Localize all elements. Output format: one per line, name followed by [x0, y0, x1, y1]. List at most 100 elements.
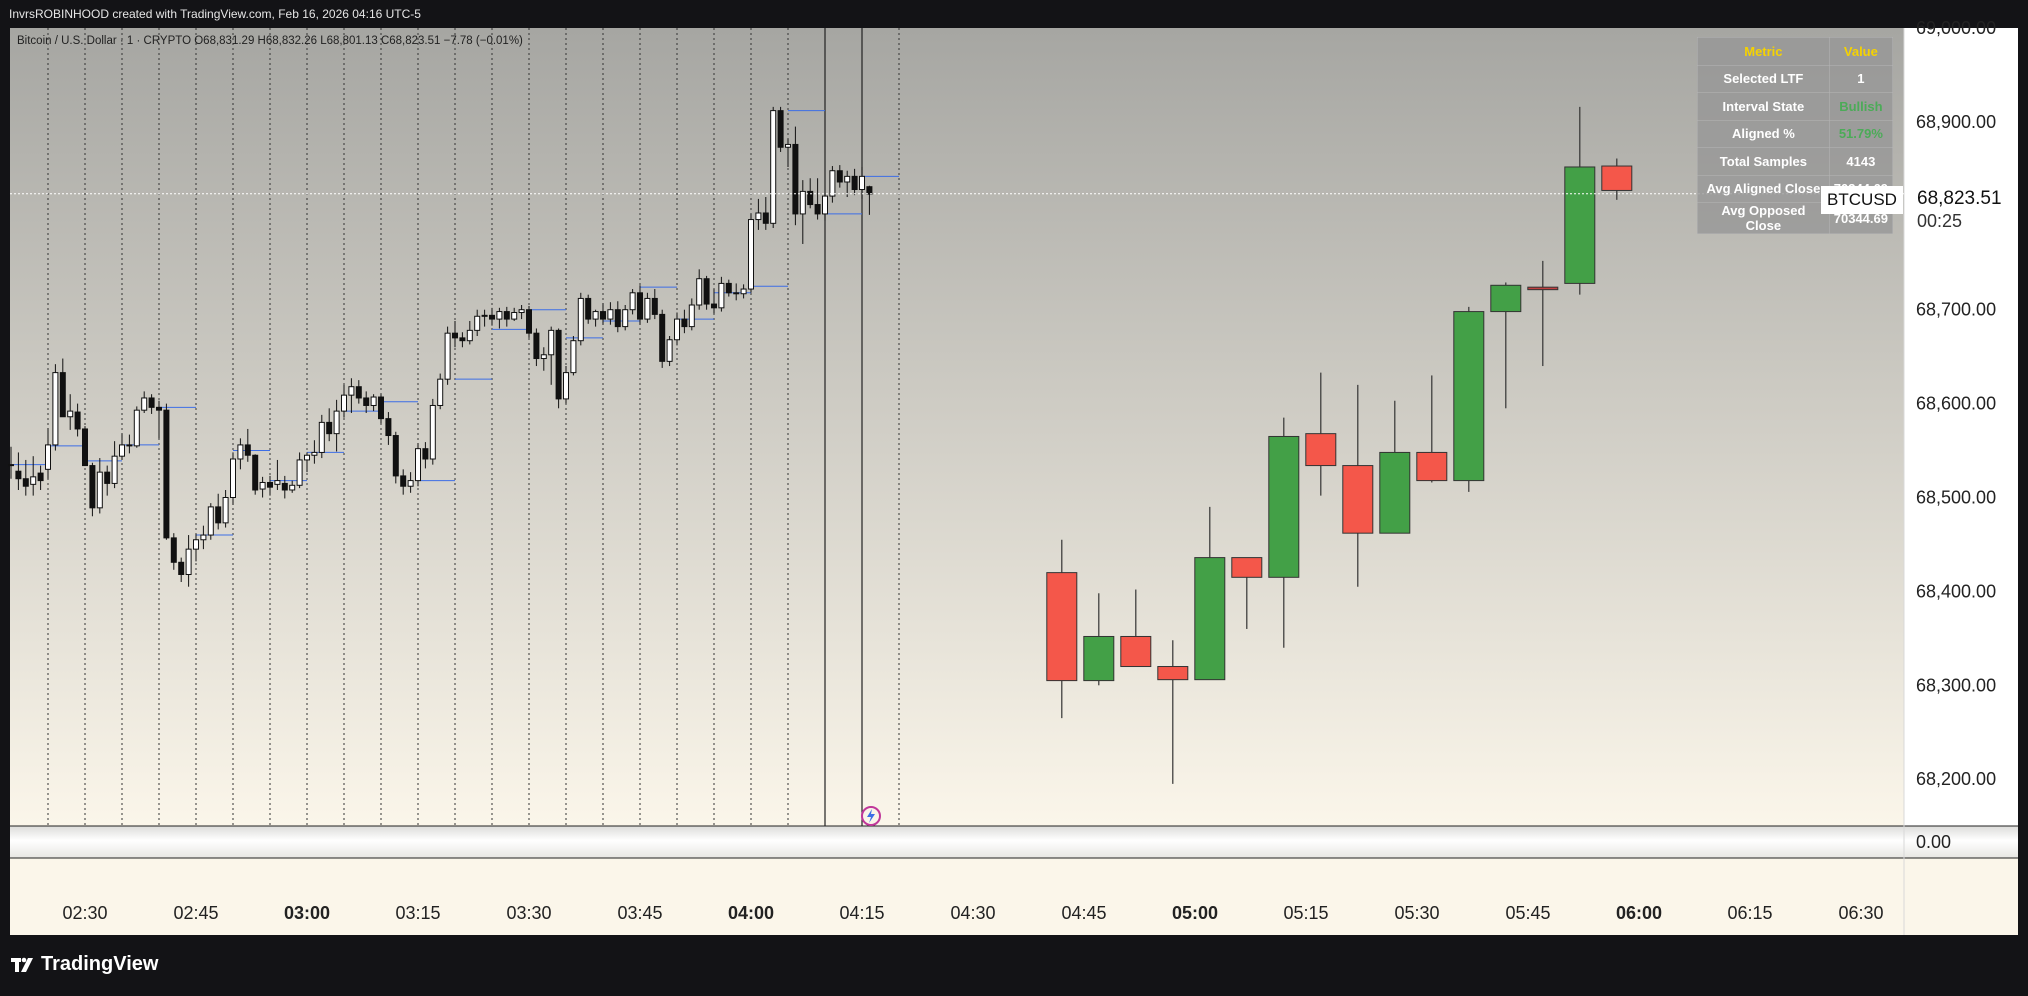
ltf-candle-body [378, 396, 384, 420]
ltf-candle-body [637, 292, 643, 320]
ltf-candle [252, 454, 259, 495]
ltf-candle-body [370, 396, 377, 406]
time-tick-label: 04:30 [950, 903, 995, 923]
last-price-value: 68,823.51 [1917, 188, 2002, 209]
time-tick-label: 03:00 [284, 903, 330, 923]
metric-value: Bullish [1828, 92, 1894, 121]
ltf-candle-body [385, 418, 392, 437]
ltf-candle-body [577, 297, 584, 342]
ltf-candle-body [622, 309, 629, 328]
indicator-pane-background[interactable] [10, 826, 2018, 858]
ltf-candle [748, 213, 754, 293]
metrics-header-metric: Metric [1697, 37, 1830, 66]
ltf-candle-body [326, 421, 333, 435]
ltf-candle-body [762, 212, 769, 224]
htf-candle-body [1342, 465, 1374, 534]
ltf-candle-body [163, 409, 170, 539]
ltf-candle-body [859, 175, 865, 191]
metric-label: Aligned % [1697, 119, 1830, 148]
ltf-candle-body [540, 354, 547, 360]
ltf-candle-body [466, 329, 473, 342]
ltf-candle-body [555, 329, 562, 400]
ltf-candle [230, 452, 236, 506]
metrics-header-row: Metric Value [1697, 37, 1894, 66]
ltf-candle [585, 294, 592, 324]
ltf-candle-body [725, 282, 732, 294]
htf-candle-body [1305, 433, 1337, 467]
ltf-candle [207, 503, 214, 540]
ltf-candle-body [548, 329, 555, 356]
ltf-candle-body [770, 110, 777, 224]
metrics-row: Aligned % 51.79% [1697, 119, 1894, 148]
symbol-price-tag: BTCUSD [1821, 186, 1903, 214]
ltf-candle-body [363, 397, 370, 406]
ltf-candle-body [644, 297, 651, 320]
metric-label: Total Samples [1697, 147, 1830, 176]
ltf-candle-body [526, 309, 532, 334]
htf-candle-body [1527, 286, 1559, 291]
ltf-candle [777, 106, 784, 152]
price-tick-label: 68,700.00 [1916, 300, 1996, 320]
metric-label: Interval State [1697, 92, 1830, 121]
time-tick-label: 02:45 [173, 903, 218, 923]
time-axis-background[interactable] [10, 858, 2018, 935]
ltf-candle-body [518, 309, 525, 314]
ltf-candle-body [748, 219, 754, 290]
ltf-candle-body [481, 314, 488, 317]
ltf-candle-body [836, 170, 843, 183]
ltf-candle-body [148, 397, 155, 408]
ltf-candle-body [733, 292, 740, 295]
ltf-candle-body [267, 481, 273, 488]
ltf-candle-body [400, 475, 407, 487]
ltf-candle-body [348, 386, 355, 396]
ltf-candle-body [170, 537, 177, 563]
ltf-candle [89, 462, 96, 517]
tradingview-logo-icon [11, 957, 33, 972]
main-pane-background [10, 28, 1904, 826]
ltf-candle-body [452, 332, 458, 339]
lightning-replay-icon[interactable] [859, 804, 883, 828]
ltf-candle-body [222, 497, 229, 524]
ltf-candle-body [333, 410, 340, 435]
ltf-candle-body [711, 303, 717, 309]
ltf-candle-body [799, 190, 806, 215]
ltf-candle-body [681, 318, 688, 328]
ltf-candle [429, 398, 436, 465]
metrics-row: Selected LTF 1 [1697, 64, 1894, 93]
ltf-candle [378, 394, 384, 424]
ltf-candle-body [422, 448, 429, 460]
time-tick-label: 04:00 [728, 903, 774, 923]
ltf-candle-body [156, 406, 162, 411]
ltf-candle-body [829, 170, 836, 197]
ltf-candle [437, 373, 444, 410]
price-tick-label: 68,200.00 [1916, 769, 1996, 789]
time-tick-label: 05:15 [1283, 903, 1328, 923]
ltf-candle-body [444, 332, 451, 380]
ltf-candle [666, 335, 673, 367]
ltf-candle-body [200, 534, 207, 541]
ltf-candle-body [718, 282, 725, 309]
ltf-candle [770, 106, 777, 229]
time-tick-label: 06:15 [1727, 903, 1772, 923]
ltf-candle-body [355, 386, 362, 399]
metric-value: 51.79% [1828, 119, 1894, 148]
htf-candle-body [1453, 311, 1485, 482]
ltf-candle-body [30, 476, 37, 485]
symbol-legend[interactable]: Bitcoin / U.S. Dollar · 1 · CRYPTO O68,8… [17, 35, 523, 47]
ltf-candle-body [185, 548, 192, 575]
price-tick-label: 68,300.00 [1916, 675, 1996, 695]
htf-candle-body [1194, 557, 1226, 681]
ltf-candle [82, 426, 88, 467]
metric-value: 4143 [1828, 147, 1894, 176]
ltf-candle [570, 335, 577, 376]
ltf-candle-body [740, 288, 747, 295]
tradingview-logo[interactable]: TradingView [11, 953, 158, 976]
ltf-candle-body [111, 455, 118, 484]
time-tick-label: 04:15 [839, 903, 884, 923]
ltf-candle [163, 403, 170, 540]
ltf-candle-body [814, 204, 821, 215]
htf-candle-body [1490, 284, 1522, 313]
price-tick-label: 68,600.00 [1916, 394, 1996, 414]
ltf-candle [415, 443, 421, 487]
time-tick-label: 05:00 [1172, 903, 1218, 923]
